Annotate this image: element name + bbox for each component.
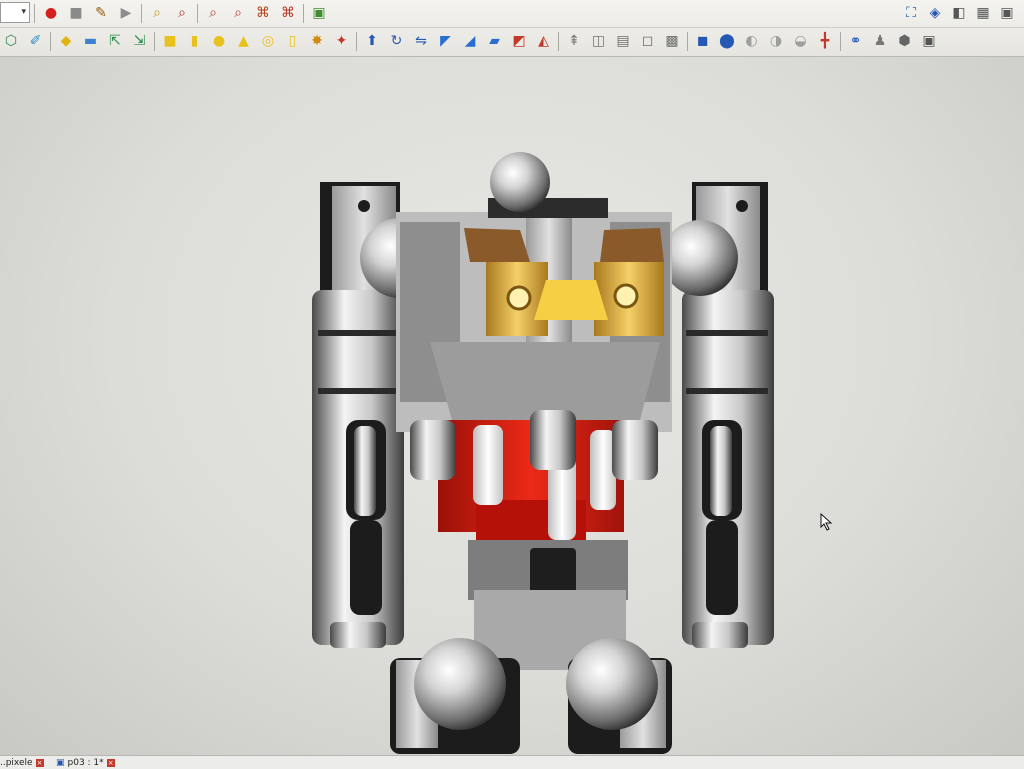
part-torus-icon[interactable]: ◎ <box>257 30 279 52</box>
std-view-axo-icon[interactable]: ⬡ <box>0 30 22 52</box>
close-icon[interactable]: × <box>35 758 44 767</box>
toolbar-separator <box>141 4 142 23</box>
toolbar-separator <box>303 4 304 23</box>
part-compound-icon[interactable]: ◼ <box>692 30 714 52</box>
measure-angular-icon[interactable]: ⌕ <box>171 2 193 24</box>
measure-clear-icon[interactable]: ⌕ <box>227 2 249 24</box>
document-tab-p03[interactable]: ▣ p03 : 1* × <box>56 756 115 769</box>
toolbar-separator <box>558 32 559 51</box>
stop-macro-icon[interactable]: ■ <box>65 2 87 24</box>
robot-model[interactable] <box>0 57 1024 755</box>
part-cross-sections-icon[interactable]: ▤ <box>612 30 634 52</box>
toolbar-separator <box>154 32 155 51</box>
part-cylinder-icon[interactable]: ▮ <box>184 30 206 52</box>
measure-linear-icon[interactable]: ⌕ <box>146 2 168 24</box>
document-icon: ▣ <box>56 757 65 768</box>
part-attachment-icon[interactable]: ▣ <box>918 30 940 52</box>
toolbar-row-part: ⬡ ✐ ◆ ▬ ⇱ ⇲ ■ ▮ ● ▲ ◎ ▯ ✸ ✦ ⬆ ↻ ⇋ ◤ ◢ ▰ ◩ ◭ ⇞ ◫ ▤ ◻ ▩ ◼ ⬤ ◐ ◑ ◒ ╋ ⚭ ♟ ⬢ ▣ <box>0 28 1024 55</box>
measure-toggle-3d-icon[interactable]: ⌘ <box>252 2 274 24</box>
part-thickness-icon[interactable]: ▩ <box>661 30 683 52</box>
part-check-geometry-icon[interactable]: ♟ <box>869 30 891 52</box>
tab-label: ..pixele <box>0 757 33 768</box>
toolbar-separator <box>839 32 841 51</box>
toolbar-separator <box>686 32 688 51</box>
pelvis-plate[interactable] <box>430 342 660 420</box>
part-mirror-icon[interactable]: ⇋ <box>410 30 432 52</box>
document-tabs-bar: ..pixele × ▣ p03 : 1* × <box>0 755 1024 769</box>
part-make-face-icon[interactable]: ▰ <box>484 30 506 52</box>
std-measure-distance-icon[interactable]: ✐ <box>25 30 47 52</box>
3d-viewport[interactable] <box>0 57 1024 755</box>
part-chamfer-icon[interactable]: ◢ <box>459 30 481 52</box>
part-cone-icon[interactable]: ▲ <box>233 30 255 52</box>
record-macro-icon[interactable]: ● <box>40 2 62 24</box>
part-fillet-icon[interactable]: ◤ <box>435 30 457 52</box>
toolbar-separator <box>197 4 198 23</box>
part-boolean-icon[interactable]: ⬤ <box>716 30 738 52</box>
part-shape-builder-icon[interactable]: ✦ <box>331 30 353 52</box>
right-arm[interactable] <box>662 182 774 648</box>
part-sweep-icon[interactable]: ⇞ <box>563 30 585 52</box>
toolbar-separator <box>50 32 51 51</box>
part-box-icon[interactable]: ■ <box>159 30 181 52</box>
mouse-cursor-icon <box>820 513 833 531</box>
execute-macro-icon[interactable]: ▶ <box>115 2 137 24</box>
view-box-icon[interactable]: ◈ <box>924 2 946 24</box>
part-defeaturing-icon[interactable]: ⬢ <box>894 30 916 52</box>
part-primitives-icon[interactable]: ✸ <box>306 30 328 52</box>
close-icon[interactable]: × <box>106 758 115 767</box>
part-revolve-icon[interactable]: ↻ <box>386 30 408 52</box>
link-make-icon[interactable]: ⇱ <box>104 30 126 52</box>
part-ruled-surface-icon[interactable]: ◩ <box>508 30 530 52</box>
measure-toggle-delta-icon[interactable]: ⌘ <box>277 2 299 24</box>
view-front-icon[interactable]: ◧ <box>948 2 970 24</box>
part-sphere-icon[interactable]: ● <box>208 30 230 52</box>
measure-refresh-icon[interactable]: ⌕ <box>202 2 224 24</box>
part-split-icon[interactable]: ⚭ <box>845 30 867 52</box>
toolbar-row-macro: ▾ ● ■ ✎ ▶ ⌕ ⌕ ⌕ ⌕ ⌘ ⌘ ▣ ⛶ ◈ ◧ ▦ ▣ <box>0 0 1024 28</box>
part-section-icon[interactable]: ◫ <box>588 30 610 52</box>
part-extrude-icon[interactable]: ⬆ <box>361 30 383 52</box>
tab-label: p03 : 1* <box>67 757 104 768</box>
part-tube-icon[interactable]: ▯ <box>282 30 304 52</box>
view-fit-all-icon[interactable]: ⛶ <box>900 2 922 24</box>
document-tab-start[interactable]: ..pixele × <box>0 756 44 769</box>
workbench-selector[interactable]: ▾ <box>0 2 30 23</box>
toolbar-separator <box>356 32 357 51</box>
view-rear-icon[interactable]: ▦ <box>972 2 994 24</box>
part-loft-icon[interactable]: ◭ <box>533 30 555 52</box>
part-common-icon[interactable]: ◒ <box>790 30 812 52</box>
part-cut-icon[interactable]: ◐ <box>741 30 763 52</box>
head-sphere[interactable] <box>490 152 550 212</box>
create-group-icon[interactable]: ▬ <box>80 30 102 52</box>
part-fuse-icon[interactable]: ◑ <box>765 30 787 52</box>
part-join-icon[interactable]: ╋ <box>814 30 836 52</box>
edit-macro-icon[interactable]: ✎ <box>90 2 112 24</box>
toolbar-area: ▾ ● ■ ✎ ▶ ⌕ ⌕ ⌕ ⌕ ⌘ ⌘ ▣ ⛶ ◈ ◧ ▦ ▣ ⬡ ✐ ◆ ▬ ⇱ ⇲ ■ ▮ ● ▲ ◎ ▯ ✸ ✦ ⬆ ↻ ⇋ ◤ ◢ ▰… <box>0 0 1024 57</box>
create-part-icon[interactable]: ◆ <box>55 30 77 52</box>
link-actions-icon[interactable]: ⇲ <box>129 30 151 52</box>
measure-toggle-all-icon[interactable]: ▣ <box>308 2 330 24</box>
part-offset-icon[interactable]: ◻ <box>637 30 659 52</box>
view-top-icon[interactable]: ▣ <box>996 2 1018 24</box>
toolbar-separator <box>34 4 35 23</box>
chevron-down-icon: ▾ <box>21 7 26 17</box>
